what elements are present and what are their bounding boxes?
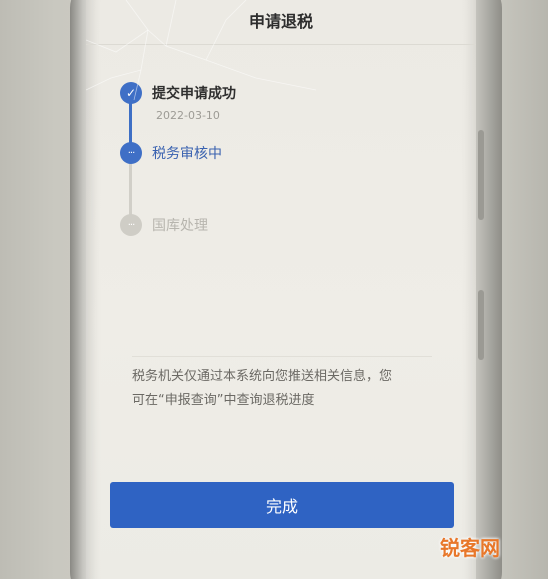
header-divider <box>86 44 476 45</box>
step-label-treasury: 国库处理 <box>152 218 208 234</box>
step-label-review: 税务审核中 <box>152 146 222 162</box>
check-icon: ✓ <box>120 82 142 104</box>
phone-side-button <box>478 290 484 360</box>
notice-text: 税务机关仅通过本系统向您推送相关信息，您 可在“申报查询”中查询退税进度 <box>132 365 442 413</box>
page-title: 申请退税 <box>248 12 313 31</box>
progress-steps: ✓ 提交申请成功 2022-03-10 ··· 税务审核中 ··· 国库处理 <box>120 82 460 242</box>
more-icon: ··· <box>120 142 142 164</box>
notice-line: 可在“申报查询”中查询退税进度 <box>132 393 315 408</box>
notice-line: 税务机关仅通过本系统向您推送相关信息，您 <box>132 369 393 384</box>
app-screen: 申请退税 ✓ 提交申请成功 2022-03-10 ··· 税务审核中 ··· 国… <box>86 0 476 579</box>
watermark-logo: 锐客网 <box>440 536 500 560</box>
phone-side-button <box>478 130 484 220</box>
notice-divider <box>132 356 432 357</box>
step-date: 2022-03-10 <box>156 109 220 122</box>
more-icon: ··· <box>120 214 142 236</box>
step-label-submitted: 提交申请成功 <box>152 86 236 102</box>
done-button[interactable]: 完成 <box>110 482 454 528</box>
